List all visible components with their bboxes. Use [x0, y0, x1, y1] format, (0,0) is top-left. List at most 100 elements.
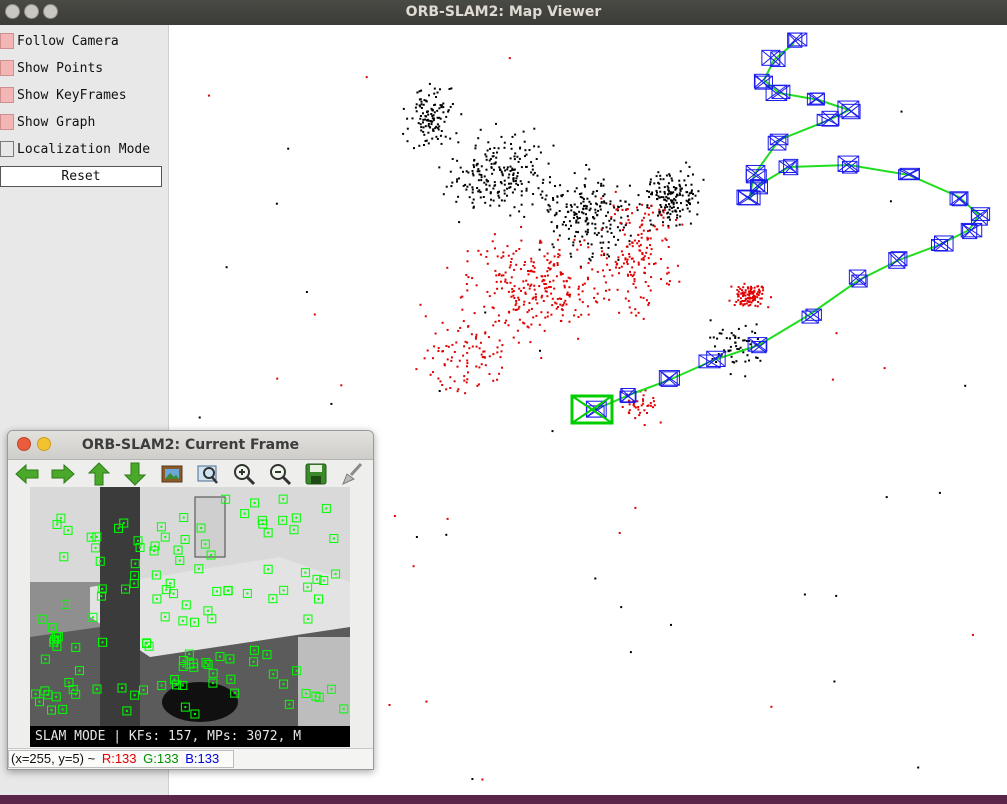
frame-window-titlebar[interactable]: ORB-SLAM2: Current Frame [8, 431, 373, 460]
map-point [681, 223, 684, 226]
reset-button[interactable]: Reset [0, 166, 162, 187]
map-point [566, 190, 569, 193]
map-point [504, 321, 507, 324]
map-point [587, 278, 589, 281]
image-icon[interactable] [159, 462, 185, 486]
map-point [528, 287, 531, 290]
map-point [483, 350, 486, 353]
map-point [467, 276, 470, 279]
checkbox-indicator[interactable] [0, 60, 14, 76]
map-point [460, 113, 463, 116]
map-point [522, 321, 525, 324]
map-point [964, 384, 967, 387]
map-point [510, 143, 512, 145]
map-point [613, 206, 616, 209]
map-point [471, 186, 474, 189]
map-point [516, 329, 519, 332]
map-point [593, 232, 596, 235]
map-point [487, 141, 490, 144]
map-point [451, 103, 454, 105]
checkbox-show-graph[interactable]: Show Graph [0, 112, 168, 134]
arrow-up-icon[interactable] [86, 462, 112, 486]
map-point [760, 285, 763, 288]
map-point [429, 373, 432, 376]
map-point [436, 91, 439, 94]
map-point [559, 273, 562, 276]
map-point [430, 113, 433, 115]
map-point [479, 196, 482, 199]
map-point [600, 254, 603, 257]
map-point [484, 364, 487, 367]
brush-icon[interactable] [339, 462, 365, 486]
map-point [575, 219, 578, 222]
map-point [883, 367, 886, 370]
map-point [668, 203, 670, 206]
map-point [489, 147, 491, 150]
zoom-out-icon[interactable] [267, 462, 293, 486]
map-point [649, 219, 652, 222]
map-point [419, 98, 422, 101]
map-point [520, 190, 523, 193]
map-point [578, 240, 581, 243]
map-point [465, 381, 468, 384]
map-point [527, 283, 529, 286]
map-point [402, 107, 405, 110]
map-point [503, 179, 506, 182]
checkbox-indicator[interactable] [0, 33, 14, 49]
checkbox-indicator[interactable] [0, 141, 14, 157]
map-point [436, 109, 439, 112]
map-point [592, 190, 595, 193]
map-point [665, 174, 668, 177]
map-point [628, 409, 631, 412]
map-point [466, 378, 469, 381]
map-point [485, 168, 488, 171]
map-point [508, 311, 511, 314]
checkbox-localization-mode[interactable]: Localization Mode [0, 139, 168, 161]
map-point [734, 341, 737, 344]
zoom-fit-icon[interactable] [195, 462, 221, 486]
map-point [556, 298, 559, 301]
checkbox-follow-camera[interactable]: Follow Camera [0, 31, 168, 53]
checkbox-show-keyframes[interactable]: Show KeyFrames [0, 85, 168, 107]
map-point [663, 186, 666, 189]
map-point [558, 210, 561, 212]
map-point [548, 286, 550, 289]
map-point [515, 302, 518, 305]
map-point [485, 255, 488, 258]
checkbox-indicator[interactable] [0, 114, 14, 130]
zoom-in-icon[interactable] [231, 462, 257, 486]
map-point [552, 230, 555, 233]
checkbox-indicator[interactable] [0, 87, 14, 103]
map-point [437, 347, 440, 350]
map-point [563, 301, 566, 304]
map-point [494, 247, 496, 250]
map-point [620, 216, 623, 219]
checkbox-show-points[interactable]: Show Points [0, 58, 168, 80]
map-point [530, 161, 533, 164]
map-point [730, 355, 733, 358]
map-point [628, 255, 631, 258]
map-point [449, 105, 452, 108]
map-point [560, 319, 563, 322]
map-point [573, 211, 576, 214]
arrow-down-icon[interactable] [122, 462, 148, 486]
map-point [480, 165, 483, 168]
map-point [733, 304, 736, 306]
map-point [514, 133, 517, 136]
map-point [676, 207, 679, 209]
map-point [645, 299, 648, 302]
map-point [628, 184, 631, 187]
arrow-left-icon[interactable] [14, 462, 40, 486]
arrow-right-icon[interactable] [50, 462, 76, 486]
map-point [678, 179, 681, 182]
map-point [633, 260, 635, 263]
map-point [531, 203, 534, 206]
map-point [500, 350, 503, 353]
map-point [427, 113, 430, 116]
map-point [472, 206, 475, 209]
save-icon[interactable] [303, 462, 329, 486]
map-point [647, 257, 650, 260]
map-point [546, 295, 549, 298]
map-point [458, 221, 461, 224]
camera-frame-image[interactable]: SLAM MODE | KFs: 157, MPs: 3072, M [30, 487, 350, 747]
